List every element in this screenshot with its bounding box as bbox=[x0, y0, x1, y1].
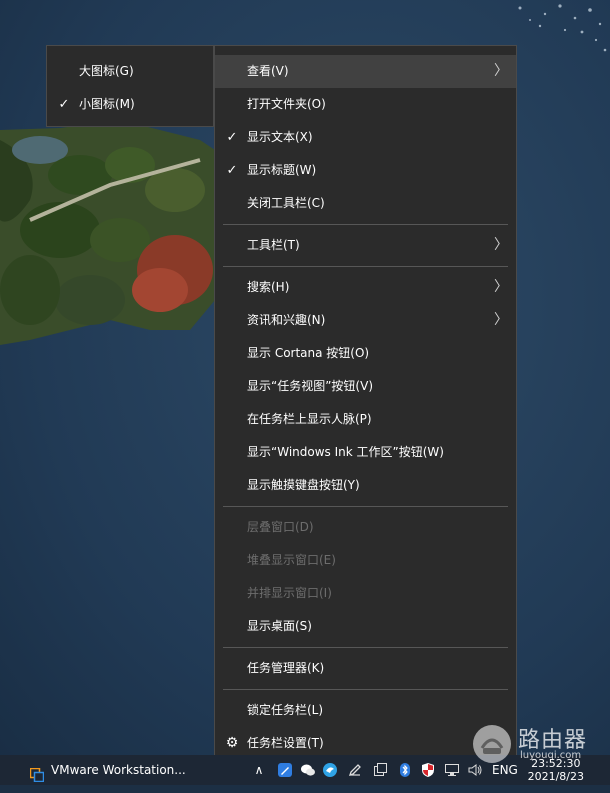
submenu-item-label: 大图标(G) bbox=[79, 64, 134, 78]
menu-separator bbox=[223, 647, 508, 648]
menu-item-label: 显示“Windows Ink 工作区”按钮(W) bbox=[247, 445, 444, 459]
checkmark-icon: ✓ bbox=[58, 97, 70, 112]
menu-item-toolbars[interactable]: 工具栏(T) 〉 bbox=[215, 229, 516, 262]
menu-item-search[interactable]: 搜索(H) 〉 bbox=[215, 271, 516, 304]
menu-item-label: 打开文件夹(O) bbox=[247, 97, 326, 111]
menu-item-task-manager[interactable]: 任务管理器(K) bbox=[215, 652, 516, 685]
menu-item-label: 显示 Cortana 按钮(O) bbox=[247, 346, 370, 360]
bird-icon[interactable] bbox=[322, 762, 338, 778]
menu-item-view[interactable]: 查看(V) 〉 bbox=[215, 55, 516, 88]
menu-item-label: 在任务栏上显示人脉(P) bbox=[247, 412, 372, 426]
chevron-right-icon: 〉 bbox=[494, 237, 508, 253]
chevron-right-icon: 〉 bbox=[494, 63, 508, 79]
submenu-item-small-icons[interactable]: ✓ 小图标(M) bbox=[47, 88, 213, 121]
menu-item-open-folder[interactable]: 打开文件夹(O) bbox=[215, 88, 516, 121]
chevron-up-icon[interactable]: ∧ bbox=[251, 762, 267, 778]
menu-item-news-interests[interactable]: 资讯和兴趣(N) 〉 bbox=[215, 304, 516, 337]
bluetooth-icon[interactable] bbox=[397, 762, 413, 778]
menu-separator bbox=[223, 224, 508, 225]
checkmark-icon: ✓ bbox=[226, 130, 238, 145]
menu-item-show-cortana[interactable]: 显示 Cortana 按钮(O) bbox=[215, 337, 516, 370]
menu-separator bbox=[223, 266, 508, 267]
menu-item-show-touch-keyboard[interactable]: 显示触摸键盘按钮(Y) bbox=[215, 469, 516, 502]
menu-item-label: 显示文本(X) bbox=[247, 130, 313, 144]
menu-item-label: 查看(V) bbox=[247, 64, 289, 78]
submenu-item-label: 小图标(M) bbox=[79, 97, 135, 111]
menu-item-label: 搜索(H) bbox=[247, 280, 290, 294]
menu-item-label: 工具栏(T) bbox=[247, 238, 300, 252]
watermark-url: luyouqi.com bbox=[520, 750, 582, 761]
edit-icon[interactable] bbox=[347, 762, 363, 778]
menu-item-show-windows-ink[interactable]: 显示“Windows Ink 工作区”按钮(W) bbox=[215, 436, 516, 469]
menu-item-label: 显示触摸键盘按钮(Y) bbox=[247, 478, 360, 492]
pen-icon[interactable] bbox=[277, 762, 293, 778]
checkmark-icon: ✓ bbox=[226, 163, 238, 178]
wechat-icon[interactable] bbox=[300, 762, 316, 778]
menu-item-label: 显示标题(W) bbox=[247, 163, 317, 177]
submenu-item-large-icons[interactable]: 大图标(G) bbox=[47, 55, 213, 88]
watermark: 路由器 luyouqi.com bbox=[470, 720, 610, 770]
menu-item-show-task-view[interactable]: 显示“任务视图”按钮(V) bbox=[215, 370, 516, 403]
clock-date: 2021/8/23 bbox=[527, 770, 584, 783]
shield-icon[interactable] bbox=[420, 762, 436, 778]
menu-item-cascade-windows: 层叠窗口(D) bbox=[215, 511, 516, 544]
menu-item-show-people[interactable]: 在任务栏上显示人脉(P) bbox=[215, 403, 516, 436]
menu-item-label: 任务管理器(K) bbox=[247, 661, 325, 675]
menu-item-label: 资讯和兴趣(N) bbox=[247, 313, 326, 327]
menu-item-label: 关闭工具栏(C) bbox=[247, 196, 325, 210]
taskbar-context-menu: 查看(V) 〉 打开文件夹(O) ✓ 显示文本(X) ✓ 显示标题(W) 关闭工… bbox=[214, 45, 517, 763]
menu-item-stack-windows: 堆叠显示窗口(E) bbox=[215, 544, 516, 577]
menu-item-side-by-side: 并排显示窗口(I) bbox=[215, 577, 516, 610]
menu-item-label: 并排显示窗口(I) bbox=[247, 586, 332, 600]
menu-item-show-text[interactable]: ✓ 显示文本(X) bbox=[215, 121, 516, 154]
menu-item-label: 锁定任务栏(L) bbox=[247, 703, 324, 717]
menu-item-close-toolbar[interactable]: 关闭工具栏(C) bbox=[215, 187, 516, 220]
menu-separator bbox=[223, 506, 508, 507]
menu-item-label: 显示“任务视图”按钮(V) bbox=[247, 379, 374, 393]
vmware-icon bbox=[29, 763, 45, 783]
taskbar-app-label: VMware Workstation... bbox=[51, 763, 186, 777]
network-icon[interactable] bbox=[444, 762, 460, 778]
window-icon[interactable] bbox=[372, 762, 388, 778]
menu-item-label: 层叠窗口(D) bbox=[247, 520, 314, 534]
menu-separator bbox=[223, 689, 508, 690]
menu-item-show-desktop[interactable]: 显示桌面(S) bbox=[215, 610, 516, 643]
menu-item-label: 任务栏设置(T) bbox=[247, 736, 324, 750]
chevron-right-icon: 〉 bbox=[494, 312, 508, 328]
menu-item-label: 堆叠显示窗口(E) bbox=[247, 553, 336, 567]
chevron-right-icon: 〉 bbox=[494, 279, 508, 295]
menu-item-label: 显示桌面(S) bbox=[247, 619, 312, 633]
view-submenu: 大图标(G) ✓ 小图标(M) bbox=[46, 45, 214, 127]
menu-item-show-title[interactable]: ✓ 显示标题(W) bbox=[215, 154, 516, 187]
